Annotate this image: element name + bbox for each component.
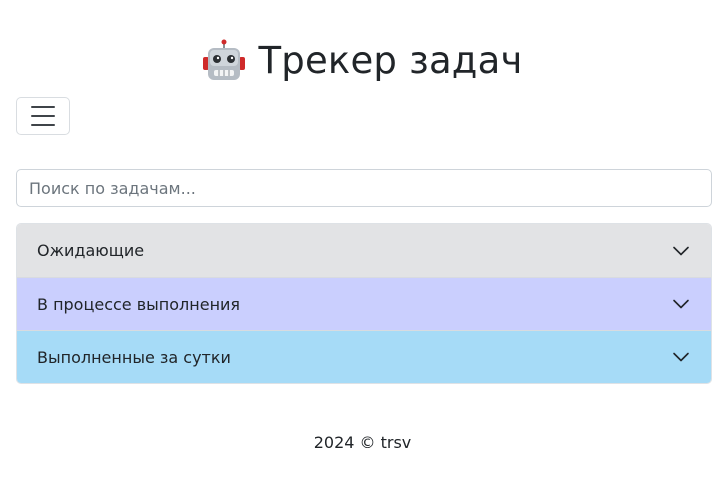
accordion-item-pending[interactable]: Ожидающие <box>17 224 711 277</box>
hamburger-menu-icon-bar <box>31 124 55 126</box>
task-accordion: Ожидающие В процессе выполнения Выполнен… <box>16 223 712 384</box>
menu-toggle-button[interactable] <box>16 97 70 135</box>
chevron-down-icon <box>673 299 689 309</box>
accordion-item-in-progress[interactable]: В процессе выполнения <box>17 277 711 330</box>
chevron-down-icon <box>673 246 689 255</box>
accordion-item-label: Выполненные за сутки <box>37 347 231 367</box>
chevron-down-icon <box>673 352 689 362</box>
footer-copyright: 2024 © trsv <box>313 433 412 452</box>
accordion-item-done-today[interactable]: Выполненные за сутки <box>17 330 711 383</box>
accordion-item-label: В процессе выполнения <box>37 294 241 314</box>
hamburger-menu-icon-bar <box>31 115 55 117</box>
hamburger-menu-icon <box>31 106 55 108</box>
page-header: Трекер задач <box>0 36 725 86</box>
accordion-item-label: Ожидающие <box>37 241 145 260</box>
robot-icon <box>203 39 246 80</box>
search-input[interactable] <box>16 169 712 207</box>
page-title: Трекер задач <box>258 39 523 82</box>
